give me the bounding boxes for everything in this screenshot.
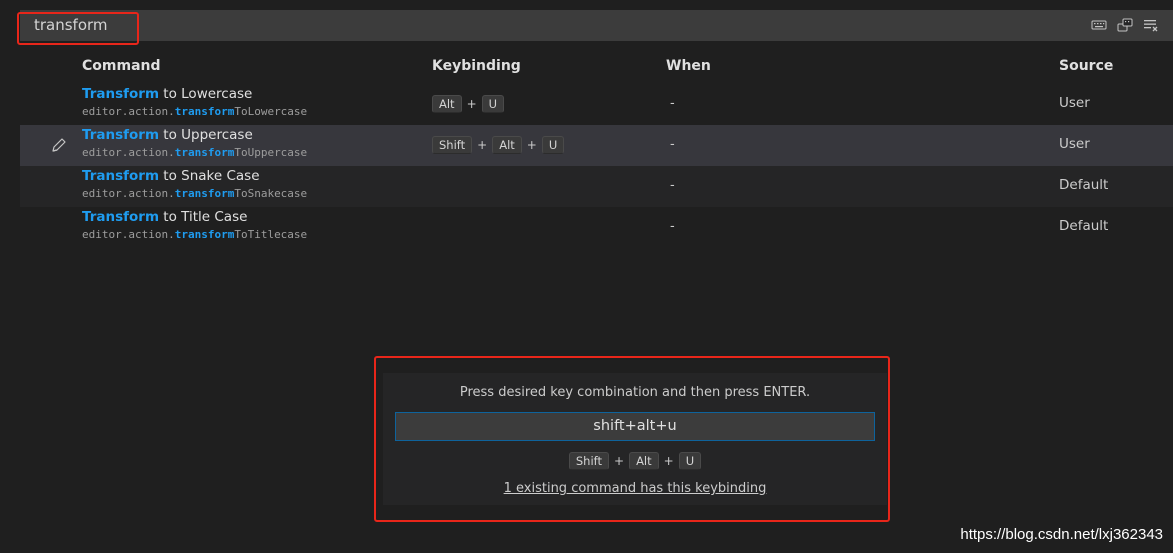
record-keys-icon[interactable] — [1117, 17, 1133, 33]
header-command[interactable]: Command — [82, 58, 161, 74]
when-cell: - — [670, 219, 675, 234]
search-actions — [1091, 17, 1159, 33]
table-row[interactable]: Transform to Snake Case editor.action.tr… — [20, 166, 1173, 207]
key-label: Alt — [492, 136, 522, 154]
keyboard-icon[interactable] — [1091, 17, 1107, 33]
pencil-icon[interactable] — [50, 137, 67, 154]
plus-sign: + — [477, 138, 488, 152]
key-label: Shift — [432, 136, 473, 154]
table-row[interactable]: Transform to Title Case editor.action.tr… — [20, 207, 1173, 248]
keybinding-input[interactable]: shift+alt+u — [395, 412, 875, 441]
table-row[interactable]: Transform to Lowercase editor.action.tra… — [20, 84, 1173, 125]
source-cell: User — [1059, 95, 1090, 111]
key-label: Shift — [568, 452, 609, 470]
header-when[interactable]: When — [666, 58, 711, 74]
keybinding-cell: Shift + Alt + U — [432, 136, 565, 154]
search-input[interactable] — [34, 10, 434, 41]
key-label: U — [678, 452, 702, 470]
dialog-keybinding-preview: Shift + Alt + U — [383, 452, 887, 470]
command-id: editor.action.transformToSnakecase — [82, 187, 308, 200]
keybinding-cell: Alt + U — [432, 95, 505, 113]
plus-sign: + — [466, 97, 477, 111]
plus-sign: + — [526, 138, 537, 152]
source-cell: User — [1059, 136, 1090, 152]
key-label: Alt — [629, 452, 659, 470]
plus-sign: + — [663, 454, 674, 468]
when-cell: - — [670, 96, 675, 111]
keybindings-list: Transform to Lowercase editor.action.tra… — [20, 84, 1173, 248]
key-label: U — [481, 95, 505, 113]
command-id: editor.action.transformToTitlecase — [82, 228, 308, 241]
define-keybinding-dialog: Press desired key combination and then p… — [383, 373, 887, 505]
watermark: https://blog.csdn.net/lxj362343 — [960, 526, 1163, 543]
header-source[interactable]: Source — [1059, 58, 1113, 74]
command-id: editor.action.transformToUppercase — [82, 146, 308, 159]
existing-command-link[interactable]: 1 existing command has this keybinding — [383, 481, 887, 496]
source-cell: Default — [1059, 218, 1109, 234]
command-title: Transform to Snake Case — [82, 168, 260, 184]
table-header: Command Keybinding When Source — [20, 50, 1173, 84]
plus-sign: + — [614, 454, 625, 468]
clear-search-icon[interactable] — [1143, 17, 1159, 33]
table-row[interactable]: Transform to Uppercase editor.action.tra… — [20, 125, 1173, 166]
when-cell: - — [670, 137, 675, 152]
command-id: editor.action.transformToLowercase — [82, 105, 308, 118]
key-label: U — [541, 136, 565, 154]
command-title: Transform to Title Case — [82, 209, 248, 225]
dialog-message: Press desired key combination and then p… — [459, 385, 811, 400]
command-title: Transform to Lowercase — [82, 86, 253, 102]
source-cell: Default — [1059, 177, 1109, 193]
search-bar — [20, 10, 1173, 41]
header-keybinding[interactable]: Keybinding — [432, 58, 521, 74]
command-title: Transform to Uppercase — [82, 127, 253, 143]
when-cell: - — [670, 178, 675, 193]
key-label: Alt — [432, 95, 462, 113]
